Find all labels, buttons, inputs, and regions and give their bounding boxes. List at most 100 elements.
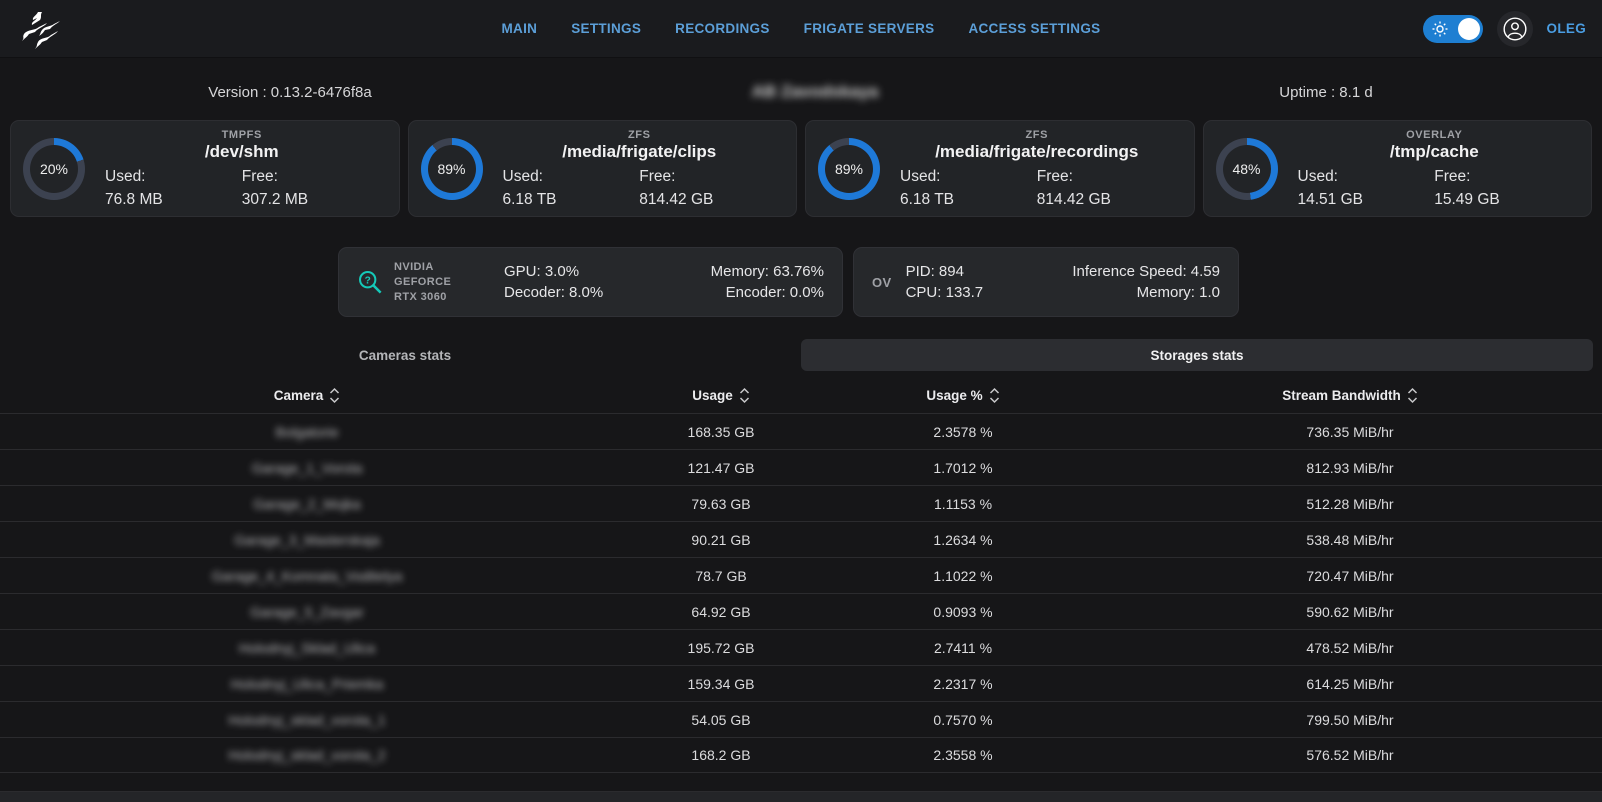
mount-path: /dev/shm [99, 142, 385, 162]
sort-icon [739, 387, 750, 404]
usage-value: 195.72 GB [614, 640, 828, 656]
column-header-camera[interactable]: Camera [0, 387, 614, 404]
table-row[interactable]: Garage_4_Komnata_Voditelya 78.7 GB 1.102… [0, 557, 1602, 593]
donut-percent: 48% [1232, 161, 1260, 177]
table-row[interactable]: Holodnyj_Ulica_Priemka 159.34 GB 2.2317 … [0, 665, 1602, 701]
camera-name-blurred: Holodnyj_sklad_vorota_2 [0, 747, 614, 763]
column-header-usage-pct[interactable]: Usage % [828, 387, 1098, 404]
usage-value: 64.92 GB [614, 604, 828, 620]
used-label: Used: [1298, 168, 1435, 186]
username[interactable]: OLEG [1547, 21, 1586, 36]
tab-storages-stats[interactable]: Storages stats [801, 339, 1593, 371]
gpu-name: NVIDIA GEFORCE RTX 3060 [394, 260, 490, 305]
usage-percent-value: 1.2634 % [828, 532, 1098, 548]
bandwidth-value: 799.50 MiB/hr [1098, 712, 1602, 728]
camera-name-blurred: Garage_2_Mojka [0, 496, 614, 512]
table-row[interactable]: Holodnyj_Sklad_Ulica 195.72 GB 2.7411 % … [0, 629, 1602, 665]
used-value: 76.8 MB [105, 191, 242, 209]
column-header-usage[interactable]: Usage [614, 387, 828, 404]
storage-card-tmpfs: 20% TMPFS /dev/shm Used: Free: 76.8 MB 3… [10, 120, 400, 217]
top-nav: MAIN SETTINGS RECORDINGS FRIGATE SERVERS… [0, 0, 1602, 58]
used-value: 14.51 GB [1298, 191, 1435, 209]
free-label: Free: [1037, 168, 1174, 186]
bandwidth-value: 478.52 MiB/hr [1098, 640, 1602, 656]
usage-donut: 89% [818, 138, 880, 200]
table-row[interactable]: Garage_1_Vorota 121.47 GB 1.7012 % 812.9… [0, 449, 1602, 485]
bandwidth-value: 614.25 MiB/hr [1098, 676, 1602, 692]
frigate-logo-icon[interactable] [16, 6, 62, 52]
sun-icon [1432, 21, 1448, 37]
detector-memory: Memory: 1.0 [1072, 284, 1220, 301]
usage-value: 79.63 GB [614, 496, 828, 512]
fs-type: TMPFS [99, 129, 385, 141]
camera-name-blurred: Garage_3_Masterskaja [0, 532, 614, 548]
nav-item-recordings[interactable]: RECORDINGS [675, 21, 770, 36]
usage-value: 90.21 GB [614, 532, 828, 548]
detector-cpu: CPU: 133.7 [906, 284, 984, 301]
usage-percent-value: 0.7570 % [828, 712, 1098, 728]
storage-card-recordings: 89% ZFS /media/frigate/recordings Used: … [805, 120, 1195, 217]
bandwidth-value: 812.93 MiB/hr [1098, 460, 1602, 476]
table-row[interactable]: Garage_2_Mojka 79.63 GB 1.1153 % 512.28 … [0, 485, 1602, 521]
detector-pid: PID: 894 [906, 263, 984, 280]
nav-item-settings[interactable]: SETTINGS [571, 21, 641, 36]
used-value: 6.18 TB [900, 191, 1037, 209]
camera-name-blurred: Garage_5_Zavgar [0, 604, 614, 620]
camera-name-blurred: Holodnyj_Sklad_Ulica [0, 640, 614, 656]
camera-name-blurred: Bolgatorie [0, 424, 614, 440]
gpu-card: ? NVIDIA GEFORCE RTX 3060 GPU: 3.0% Deco… [338, 247, 843, 317]
version-label: Version : 0.13.2-6476f8a [0, 84, 580, 101]
column-header-stream-bandwidth[interactable]: Stream Bandwidth [1098, 387, 1602, 404]
table-row[interactable]: Holodnyj_sklad_vorota_1 54.05 GB 0.7570 … [0, 701, 1602, 737]
gpu-encoder: Encoder: 0.0% [711, 284, 824, 301]
camera-name-blurred: Holodnyj_sklad_vorota_1 [0, 712, 614, 728]
nav-item-frigate-servers[interactable]: FRIGATE SERVERS [804, 21, 935, 36]
gpu-decoder: Decoder: 8.0% [504, 284, 603, 301]
user-avatar[interactable] [1497, 11, 1533, 47]
usage-percent-value: 2.7411 % [828, 640, 1098, 656]
free-label: Free: [242, 168, 379, 186]
mount-path: /tmp/cache [1292, 142, 1578, 162]
usage-donut: 20% [23, 138, 85, 200]
usage-donut: 48% [1216, 138, 1278, 200]
storage-card-cache: 48% OVERLAY /tmp/cache Used: Free: 14.51… [1203, 120, 1593, 217]
donut-percent: 89% [835, 161, 863, 177]
table-row[interactable]: Holodnyj_sklad_vorota_2 168.2 GB 2.3558 … [0, 737, 1602, 773]
fs-type: ZFS [497, 129, 783, 141]
usage-value: 168.2 GB [614, 747, 828, 763]
process-cards-row: ? NVIDIA GEFORCE RTX 3060 GPU: 3.0% Deco… [0, 247, 1602, 317]
nav-item-main[interactable]: MAIN [502, 21, 538, 36]
table-row[interactable]: Bolgatorie 168.35 GB 2.3578 % 736.35 MiB… [0, 413, 1602, 449]
bandwidth-value: 720.47 MiB/hr [1098, 568, 1602, 584]
donut-percent: 89% [437, 161, 465, 177]
usage-percent-value: 2.3578 % [828, 424, 1098, 440]
sort-icon [329, 387, 340, 404]
camera-name-blurred: Holodnyj_Ulica_Priemka [0, 676, 614, 692]
usage-percent-value: 0.9093 % [828, 604, 1098, 620]
storage-card-clips: 89% ZFS /media/frigate/clips Used: Free:… [408, 120, 798, 217]
usage-percent-value: 1.1153 % [828, 496, 1098, 512]
sort-icon [989, 387, 1000, 404]
table-header: Camera Usage Usage % Stream Bandwidth [0, 377, 1602, 413]
used-value: 6.18 TB [503, 191, 640, 209]
storage-cards-row: 20% TMPFS /dev/shm Used: Free: 76.8 MB 3… [0, 120, 1602, 217]
tab-cameras-stats[interactable]: Cameras stats [9, 339, 801, 371]
fs-type: ZFS [894, 129, 1180, 141]
mount-path: /media/frigate/recordings [894, 142, 1180, 162]
table-row[interactable]: Garage_3_Masterskaja 90.21 GB 1.2634 % 5… [0, 521, 1602, 557]
fs-type: OVERLAY [1292, 129, 1578, 141]
theme-toggle[interactable] [1423, 15, 1483, 43]
bandwidth-value: 576.52 MiB/hr [1098, 747, 1602, 763]
usage-value: 159.34 GB [614, 676, 828, 692]
nav-right: OLEG [1423, 11, 1586, 47]
detector-card: OV PID: 894 CPU: 133.7 Inference Speed: … [853, 247, 1239, 317]
person-icon [1502, 16, 1528, 42]
usage-percent-value: 2.3558 % [828, 747, 1098, 763]
table-row[interactable]: Garage_5_Zavgar 64.92 GB 0.9093 % 590.62… [0, 593, 1602, 629]
nav-item-access-settings[interactable]: ACCESS SETTINGS [968, 21, 1100, 36]
partial-next-section [0, 791, 1602, 802]
sort-icon [1407, 387, 1418, 404]
toggle-knob [1458, 18, 1480, 40]
usage-percent-value: 1.7012 % [828, 460, 1098, 476]
usage-donut: 89% [421, 138, 483, 200]
